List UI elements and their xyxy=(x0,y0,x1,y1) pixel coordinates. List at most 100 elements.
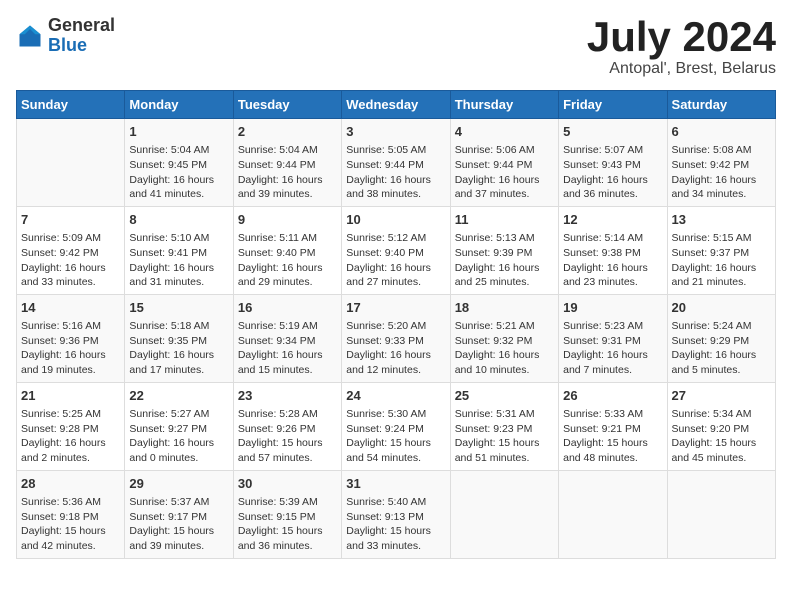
day-info: Sunrise: 5:20 AMSunset: 9:33 PMDaylight:… xyxy=(346,319,445,378)
header-friday: Friday xyxy=(559,91,667,119)
day-info: Sunrise: 5:15 AMSunset: 9:37 PMDaylight:… xyxy=(672,231,771,290)
day-cell: 22Sunrise: 5:27 AMSunset: 9:27 PMDayligh… xyxy=(125,382,233,470)
day-info: Sunrise: 5:24 AMSunset: 9:29 PMDaylight:… xyxy=(672,319,771,378)
week-row-1: 7 Sunrise: 5:09 AMSunset: 9:42 PMDaylight… xyxy=(17,206,776,294)
day-number: 25 xyxy=(455,387,554,405)
logo-blue: Blue xyxy=(48,36,115,56)
day-cell: 29 Sunrise: 5:37 AMSunset: 9:17 PMDayligh… xyxy=(125,470,233,558)
logo-icon xyxy=(16,22,44,50)
day-number: 20 xyxy=(672,299,771,317)
day-info: Sunrise: 5:08 AMSunset: 9:42 PMDaylight:… xyxy=(672,143,771,202)
day-number: 31 xyxy=(346,475,445,493)
day-cell: 5 Sunrise: 5:07 AMSunset: 9:43 PMDaylight… xyxy=(559,119,667,207)
day-info: Sunrise: 5:37 AMSunset: 9:17 PMDaylight:… xyxy=(129,495,228,554)
day-info: Sunrise: 5:28 AMSunset: 9:26 PMDaylight:… xyxy=(238,407,337,466)
day-number: 12 xyxy=(563,211,662,229)
month-title: July 2024 xyxy=(587,16,776,58)
day-info: Sunrise: 5:10 AMSunset: 9:41 PMDaylight:… xyxy=(129,231,228,290)
day-cell: 31 Sunrise: 5:40 AMSunset: 9:13 PMDayligh… xyxy=(342,470,450,558)
title-block: July 2024 Antopal', Brest, Belarus xyxy=(587,16,776,78)
day-number: 18 xyxy=(455,299,554,317)
day-cell xyxy=(17,119,125,207)
day-info: Sunrise: 5:19 AMSunset: 9:34 PMDaylight:… xyxy=(238,319,337,378)
header-tuesday: Tuesday xyxy=(233,91,341,119)
day-number: 14 xyxy=(21,299,120,317)
week-row-2: 14 Sunrise: 5:16 AMSunset: 9:36 PMDayligh… xyxy=(17,294,776,382)
day-number: 8 xyxy=(129,211,228,229)
day-info: Sunrise: 5:34 AMSunset: 9:20 PMDaylight:… xyxy=(672,407,771,466)
day-cell: 30Sunrise: 5:39 AMSunset: 9:15 PMDayligh… xyxy=(233,470,341,558)
day-info: Sunrise: 5:16 AMSunset: 9:36 PMDaylight:… xyxy=(21,319,120,378)
week-row-0: 1 Sunrise: 5:04 AMSunset: 9:45 PMDaylight… xyxy=(17,119,776,207)
logo-general: General xyxy=(48,16,115,36)
day-cell: 4 Sunrise: 5:06 AMSunset: 9:44 PMDaylight… xyxy=(450,119,558,207)
day-number: 4 xyxy=(455,123,554,141)
day-info: Sunrise: 5:33 AMSunset: 9:21 PMDaylight:… xyxy=(563,407,662,466)
day-info: Sunrise: 5:12 AMSunset: 9:40 PMDaylight:… xyxy=(346,231,445,290)
day-cell: 19 Sunrise: 5:23 AMSunset: 9:31 PMDayligh… xyxy=(559,294,667,382)
day-cell: 12 Sunrise: 5:14 AMSunset: 9:38 PMDayligh… xyxy=(559,206,667,294)
day-info: Sunrise: 5:06 AMSunset: 9:44 PMDaylight:… xyxy=(455,143,554,202)
day-cell: 17 Sunrise: 5:20 AMSunset: 9:33 PMDayligh… xyxy=(342,294,450,382)
day-number: 6 xyxy=(672,123,771,141)
day-number: 7 xyxy=(21,211,120,229)
day-cell: 6 Sunrise: 5:08 AMSunset: 9:42 PMDaylight… xyxy=(667,119,775,207)
day-cell: 15 Sunrise: 5:18 AMSunset: 9:35 PMDayligh… xyxy=(125,294,233,382)
day-info: Sunrise: 5:30 AMSunset: 9:24 PMDaylight:… xyxy=(346,407,445,466)
header-saturday: Saturday xyxy=(667,91,775,119)
day-info: Sunrise: 5:05 AMSunset: 9:44 PMDaylight:… xyxy=(346,143,445,202)
logo: General Blue xyxy=(16,16,115,56)
day-info: Sunrise: 5:40 AMSunset: 9:13 PMDaylight:… xyxy=(346,495,445,554)
day-number: 19 xyxy=(563,299,662,317)
day-number: 24 xyxy=(346,387,445,405)
day-info: Sunrise: 5:09 AMSunset: 9:42 PMDaylight:… xyxy=(21,231,120,290)
day-cell: 26 Sunrise: 5:33 AMSunset: 9:21 PMDayligh… xyxy=(559,382,667,470)
day-number: 22 xyxy=(129,387,228,405)
day-cell: 13 Sunrise: 5:15 AMSunset: 9:37 PMDayligh… xyxy=(667,206,775,294)
day-info: Sunrise: 5:04 AMSunset: 9:45 PMDaylight:… xyxy=(129,143,228,202)
day-number: 28 xyxy=(21,475,120,493)
header-thursday: Thursday xyxy=(450,91,558,119)
week-row-3: 21Sunrise: 5:25 AMSunset: 9:28 PMDayligh… xyxy=(17,382,776,470)
day-cell: 8 Sunrise: 5:10 AMSunset: 9:41 PMDaylight… xyxy=(125,206,233,294)
day-cell: 2 Sunrise: 5:04 AMSunset: 9:44 PMDaylight… xyxy=(233,119,341,207)
day-number: 29 xyxy=(129,475,228,493)
day-number: 1 xyxy=(129,123,228,141)
day-number: 27 xyxy=(672,387,771,405)
day-info: Sunrise: 5:07 AMSunset: 9:43 PMDaylight:… xyxy=(563,143,662,202)
day-cell xyxy=(667,470,775,558)
day-cell: 14 Sunrise: 5:16 AMSunset: 9:36 PMDayligh… xyxy=(17,294,125,382)
day-cell: 20 Sunrise: 5:24 AMSunset: 9:29 PMDayligh… xyxy=(667,294,775,382)
day-info: Sunrise: 5:11 AMSunset: 9:40 PMDaylight:… xyxy=(238,231,337,290)
day-number: 23 xyxy=(238,387,337,405)
day-cell: 9Sunrise: 5:11 AMSunset: 9:40 PMDaylight… xyxy=(233,206,341,294)
day-info: Sunrise: 5:36 AMSunset: 9:18 PMDaylight:… xyxy=(21,495,120,554)
day-cell: 28 Sunrise: 5:36 AMSunset: 9:18 PMDayligh… xyxy=(17,470,125,558)
day-info: Sunrise: 5:31 AMSunset: 9:23 PMDaylight:… xyxy=(455,407,554,466)
day-info: Sunrise: 5:18 AMSunset: 9:35 PMDaylight:… xyxy=(129,319,228,378)
day-cell: 23 Sunrise: 5:28 AMSunset: 9:26 PMDayligh… xyxy=(233,382,341,470)
day-number: 17 xyxy=(346,299,445,317)
day-cell: 16 Sunrise: 5:19 AMSunset: 9:34 PMDayligh… xyxy=(233,294,341,382)
day-info: Sunrise: 5:25 AMSunset: 9:28 PMDaylight:… xyxy=(21,407,120,466)
day-cell: 25 Sunrise: 5:31 AMSunset: 9:23 PMDayligh… xyxy=(450,382,558,470)
location: Antopal', Brest, Belarus xyxy=(587,60,776,78)
logo-text: General Blue xyxy=(48,16,115,56)
day-number: 13 xyxy=(672,211,771,229)
day-cell xyxy=(450,470,558,558)
day-info: Sunrise: 5:04 AMSunset: 9:44 PMDaylight:… xyxy=(238,143,337,202)
page-header: General Blue July 2024 Antopal', Brest, … xyxy=(16,16,776,78)
day-info: Sunrise: 5:23 AMSunset: 9:31 PMDaylight:… xyxy=(563,319,662,378)
day-number: 11 xyxy=(455,211,554,229)
day-number: 5 xyxy=(563,123,662,141)
day-cell: 24 Sunrise: 5:30 AMSunset: 9:24 PMDayligh… xyxy=(342,382,450,470)
day-info: Sunrise: 5:14 AMSunset: 9:38 PMDaylight:… xyxy=(563,231,662,290)
day-number: 30 xyxy=(238,475,337,493)
day-number: 26 xyxy=(563,387,662,405)
day-cell: 1 Sunrise: 5:04 AMSunset: 9:45 PMDaylight… xyxy=(125,119,233,207)
day-info: Sunrise: 5:13 AMSunset: 9:39 PMDaylight:… xyxy=(455,231,554,290)
day-cell: 27 Sunrise: 5:34 AMSunset: 9:20 PMDayligh… xyxy=(667,382,775,470)
day-number: 16 xyxy=(238,299,337,317)
day-number: 15 xyxy=(129,299,228,317)
day-number: 2 xyxy=(238,123,337,141)
